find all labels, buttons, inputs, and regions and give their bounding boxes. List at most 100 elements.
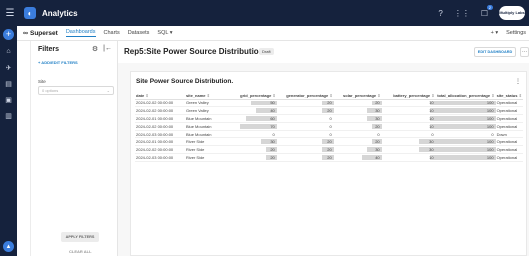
sort-icon: ⇕	[145, 92, 149, 98]
nav-charts[interactable]: Charts	[104, 30, 120, 36]
sort-icon: ⇕	[491, 92, 495, 98]
sort-icon: ⇕	[329, 92, 333, 98]
column-header-solar-percentage[interactable]: solar_percentage ⇕	[333, 92, 382, 100]
table-cell: 2024-02-02 00:00:00	[135, 122, 185, 131]
user-avatar-icon[interactable]: ▲	[3, 241, 14, 252]
help-icon[interactable]: ?	[438, 9, 442, 18]
menu-icon[interactable]: ☰	[0, 8, 20, 19]
table-row: 2024-02-02 00:00:00 Green Valley 50 20 20 10 1…	[135, 99, 523, 108]
column-header-site-status[interactable]: site_status ⇕	[495, 92, 523, 100]
table-cell: 0	[435, 130, 496, 139]
site-filter-label: Site	[38, 79, 46, 84]
brand-logo[interactable]: Multiply Labs	[499, 6, 525, 20]
left-rail: + ⌂ ✈ ▤ ▣ ▥ ▲	[0, 26, 17, 256]
app-title: Analytics	[42, 8, 78, 18]
table-row: 2024-02-03 00:00:00 Blue Mountain 0 0 0 0 0 Dow…	[135, 130, 523, 139]
collapse-icon[interactable]: |←	[103, 45, 112, 53]
add-icon[interactable]: +	[3, 29, 14, 40]
superset-navbar: ∞ Superset Dashboards Charts Datasets SQL…	[17, 26, 529, 41]
settings-menu[interactable]: Settings	[506, 30, 526, 36]
add-edit-filters-link[interactable]: + ADD/EDIT FILTERS	[38, 60, 78, 65]
table-cell: Operational	[495, 145, 523, 155]
print-icon[interactable]: ▤	[5, 80, 12, 88]
table-cell: 2024-02-02 00:00:00	[135, 99, 185, 108]
sort-icon: ⇕	[377, 92, 381, 98]
status-badge[interactable]: Draft	[259, 48, 274, 55]
apply-filters-button[interactable]: APPLY FILTERS	[61, 232, 99, 242]
column-header-battery-percentage[interactable]: battery_percentage ⇕	[381, 92, 436, 100]
table-cell: River Side	[184, 153, 225, 162]
nav-sql[interactable]: SQL ▾	[157, 30, 172, 36]
column-header-total-allocation-percentage[interactable]: total_allocation_percentage ⇕	[435, 92, 496, 100]
table-cell: 0	[276, 130, 334, 139]
table-row: 2024-02-01 00:00:00 River Side 30 20 20 30 100…	[135, 137, 523, 147]
table-cell: Blue Mountain	[184, 114, 225, 123]
table-cell: 10	[381, 99, 436, 108]
table-cell: 30	[333, 145, 382, 155]
chevron-down-icon: ⌄	[106, 88, 110, 93]
explore-icon[interactable]: ✈	[6, 64, 12, 72]
table-cell: 20	[333, 122, 382, 131]
table-cell: 30	[381, 145, 436, 155]
table-cell: 20	[276, 99, 334, 108]
sort-icon: ⇕	[518, 92, 522, 98]
table-cell: 2024-02-02 00:00:00	[135, 145, 185, 155]
nav-dashboards[interactable]: Dashboards	[65, 29, 96, 37]
dashboard-header: Rep5:Site Power Source Distribution ☆ Dr…	[118, 41, 529, 63]
table-cell: 0	[224, 130, 277, 139]
sort-icon: ⇕	[272, 92, 276, 98]
dashboard-icon[interactable]: ▣	[5, 96, 12, 104]
new-menu-button[interactable]: + ▾	[491, 30, 499, 36]
chart-icon[interactable]: ▥	[5, 112, 12, 120]
table-cell: 2024-02-01 00:00:00	[135, 114, 185, 123]
table-cell: 0	[276, 114, 334, 123]
left-gutter	[17, 41, 31, 256]
table-cell: 100	[435, 145, 496, 155]
more-options-button[interactable]: ···	[520, 47, 529, 57]
column-header-site-name[interactable]: site_name ⇕	[184, 92, 225, 100]
table-row: 2024-02-01 00:00:00 Blue Mountain 60 0 30 10 1…	[135, 114, 523, 123]
notifications-icon[interactable]: ☐ 2	[481, 4, 493, 18]
table-cell: 10	[381, 106, 436, 116]
data-table: date ⇕ site_name ⇕ grid_percentage ⇕ genera…	[135, 92, 523, 162]
table-cell: 20	[333, 99, 382, 108]
table-cell: Operational	[495, 106, 523, 116]
table-cell: River Side	[184, 145, 225, 155]
table-cell: Operational	[495, 153, 523, 162]
table-cell: 100	[435, 137, 496, 147]
table-cell: 2024-02-01 00:00:00	[135, 137, 185, 147]
column-header-date[interactable]: date ⇕	[135, 92, 185, 100]
home-icon[interactable]: ⌂	[6, 48, 10, 56]
edit-dashboard-button[interactable]: EDIT DASHBOARD	[474, 47, 516, 57]
table-cell: 100	[435, 153, 496, 162]
table-cell: 0	[276, 122, 334, 131]
table-cell: 30	[333, 114, 382, 123]
apps-grid-icon[interactable]: ⋮⋮	[454, 9, 470, 18]
table-cell: 20	[276, 106, 334, 116]
table-cell: 40	[333, 153, 382, 162]
sort-icon: ⇕	[206, 92, 210, 98]
chart-menu-icon[interactable]: ⋮	[515, 78, 521, 85]
clear-all-button[interactable]: CLEAR ALL	[69, 249, 92, 254]
column-header-generator-percentage[interactable]: generator_percentage ⇕	[276, 92, 334, 100]
column-header-grid-percentage[interactable]: grid_percentage ⇕	[224, 92, 277, 100]
table-cell: 70	[224, 122, 277, 131]
table-row: 2024-02-03 00:00:00 River Side 20 20 40 10 100…	[135, 153, 523, 162]
table-cell: 20	[276, 137, 334, 147]
table-row: 2024-02-02 00:00:00 Green Valley 40 20 30 10 1…	[135, 106, 523, 116]
superset-logo[interactable]: ∞ Superset	[23, 30, 58, 37]
app-logo: ◐	[24, 7, 36, 19]
table-cell: 100	[435, 99, 496, 108]
table-cell: 2024-02-02 00:00:00	[135, 106, 185, 116]
nav-datasets[interactable]: Datasets	[128, 30, 150, 36]
table-cell: 30	[224, 137, 277, 147]
table-cell: 2024-02-03 00:00:00	[135, 130, 185, 139]
table-cell: 20	[276, 145, 334, 155]
site-filter-select[interactable]: 0 options ⌄	[38, 86, 114, 95]
table-cell: 60	[224, 114, 277, 123]
favorite-star-icon[interactable]: ☆	[249, 47, 255, 55]
table-cell: Blue Mountain	[184, 130, 225, 139]
table-cell: 50	[224, 99, 277, 108]
filter-settings-icon[interactable]: ⚙	[92, 45, 98, 53]
filter-panel: Filters ⚙ |← + ADD/EDIT FILTERS Site 0 op…	[31, 41, 118, 256]
